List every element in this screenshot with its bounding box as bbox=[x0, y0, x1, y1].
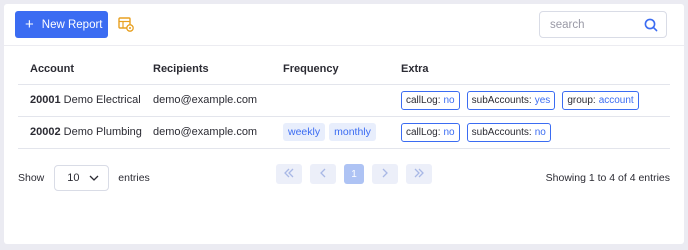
extra-key: callLog: bbox=[406, 94, 441, 106]
account-id: 20001 bbox=[30, 94, 61, 106]
extra-value: no bbox=[443, 94, 455, 106]
extra-value: yes bbox=[534, 94, 551, 106]
extra-key: callLog: bbox=[406, 126, 441, 138]
entries-label: entries bbox=[118, 172, 150, 184]
account-name: Demo Plumbing bbox=[63, 126, 142, 138]
recipient-cell: demo@example.com bbox=[153, 84, 283, 117]
frequency-tag: monthly bbox=[329, 123, 376, 141]
toolbar-divider bbox=[4, 45, 684, 46]
extra-tag: callLog: no bbox=[401, 90, 460, 110]
extra-value: no bbox=[534, 126, 546, 138]
search-input[interactable] bbox=[550, 18, 644, 31]
previous-page-button[interactable] bbox=[310, 164, 336, 184]
double-chevron-left-icon bbox=[283, 168, 295, 181]
column-header-recipients[interactable]: Recipients bbox=[153, 54, 283, 85]
frequency-tag: weekly bbox=[283, 123, 326, 141]
recipient-cell: demo@example.com bbox=[153, 116, 283, 149]
search-icon[interactable] bbox=[644, 18, 658, 32]
pagination: 1 bbox=[276, 164, 432, 184]
extra-tag: subAccounts: yes bbox=[466, 90, 556, 110]
extra-value: no bbox=[443, 126, 455, 138]
chevron-left-icon bbox=[319, 168, 327, 181]
extra-value: account bbox=[598, 94, 634, 106]
last-page-button[interactable] bbox=[406, 164, 432, 184]
table-row[interactable]: 20001 Demo Electrical demo@example.com c… bbox=[18, 84, 670, 117]
account-cell: 20002 Demo Plumbing bbox=[18, 116, 153, 149]
extra-cell: callLog: no subAccounts: no bbox=[401, 116, 670, 149]
extra-key: subAccounts: bbox=[471, 126, 532, 138]
show-label: Show bbox=[18, 172, 45, 184]
chevron-down-icon bbox=[89, 172, 99, 184]
extra-tag: group: account bbox=[562, 90, 639, 110]
column-header-frequency[interactable]: Frequency bbox=[283, 54, 401, 85]
page-button-current[interactable]: 1 bbox=[344, 164, 364, 184]
frequency-cell: weekly monthly bbox=[283, 116, 401, 149]
extra-key: subAccounts: bbox=[471, 94, 532, 106]
table-settings-icon[interactable] bbox=[118, 16, 134, 32]
reports-panel: + New Report Account Recipients Frequenc… bbox=[4, 4, 684, 244]
account-cell: 20001 Demo Electrical bbox=[18, 84, 153, 117]
extra-key: group: bbox=[567, 94, 596, 106]
account-id: 20002 bbox=[30, 126, 61, 138]
first-page-button[interactable] bbox=[276, 164, 302, 184]
table-row[interactable]: 20002 Demo Plumbing demo@example.com wee… bbox=[18, 116, 670, 149]
new-report-label: New Report bbox=[41, 18, 103, 31]
extra-tag: subAccounts: no bbox=[466, 122, 551, 142]
chevron-right-icon bbox=[381, 168, 389, 181]
extra-tag: callLog: no bbox=[401, 122, 460, 142]
column-header-account[interactable]: Account bbox=[18, 54, 153, 85]
search-box bbox=[539, 11, 667, 38]
column-header-extra[interactable]: Extra bbox=[401, 54, 670, 85]
extra-cell: callLog: no subAccounts: yes group: account bbox=[401, 84, 670, 117]
table-footer: Show 10 entries 1 Showing 1 to 4 of 4 en… bbox=[18, 164, 670, 192]
double-chevron-right-icon bbox=[413, 168, 425, 181]
entries-summary: Showing 1 to 4 of 4 entries bbox=[545, 172, 670, 184]
plus-icon: + bbox=[25, 16, 34, 33]
account-name: Demo Electrical bbox=[63, 94, 141, 106]
new-report-button[interactable]: + New Report bbox=[15, 11, 108, 38]
page-size-value: 10 bbox=[67, 172, 80, 184]
reports-table: Account Recipients Frequency Extra 20001… bbox=[18, 54, 670, 149]
frequency-cell bbox=[283, 84, 401, 117]
table-header-row: Account Recipients Frequency Extra bbox=[18, 54, 670, 85]
next-page-button[interactable] bbox=[372, 164, 398, 184]
page-size-select[interactable]: 10 bbox=[54, 165, 110, 191]
